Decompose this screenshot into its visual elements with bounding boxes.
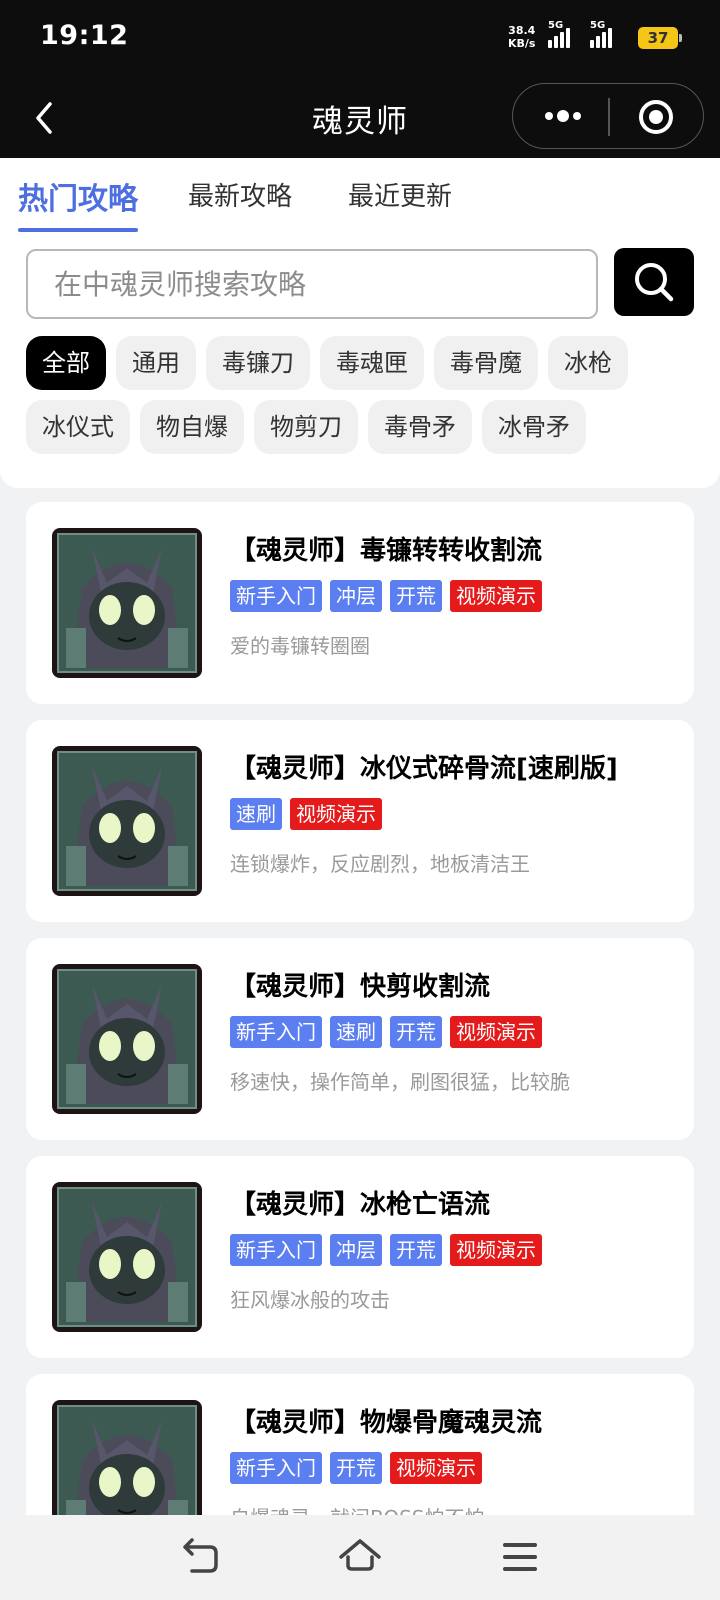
video-demo-badge: 视频演示 <box>290 798 382 830</box>
signal-icon-sim2: 5G <box>590 20 612 48</box>
menu-icon <box>503 1543 537 1571</box>
more-button[interactable] <box>541 104 585 128</box>
guide-tag: 冲层 <box>330 1234 382 1266</box>
guide-title: 【魂灵师】物爆骨魔魂灵流 <box>230 1408 543 1438</box>
nav-menu-button[interactable] <box>498 1535 542 1579</box>
video-demo-badge: 视频演示 <box>390 1452 482 1484</box>
signal-icon-sim1: 5G <box>548 20 570 48</box>
close-mini-program-button[interactable] <box>637 98 675 136</box>
filter-chip-poison-soul-box[interactable]: 毒魂匣 <box>320 336 424 390</box>
guide-thumbnail <box>52 964 202 1114</box>
network-speed: 38.4 KB/s <box>508 24 535 50</box>
nav-bar: 魂灵师 <box>0 78 720 158</box>
guide-card[interactable]: 【魂灵师】冰枪亡语流 新手入门 冲层 开荒 视频演示 狂风爆冰般的攻击 <box>26 1156 694 1358</box>
filter-row: 全部 通用 毒镰刀 毒魂匣 毒骨魔 冰枪 <box>26 336 706 390</box>
more-dots-icon <box>545 110 581 122</box>
guide-title: 【魂灵师】冰仪式碎骨流[速刷版] <box>230 754 618 784</box>
guide-tag: 新手入门 <box>230 1016 322 1048</box>
guide-title: 【魂灵师】快剪收割流 <box>230 972 491 1002</box>
guide-thumbnail <box>52 528 202 678</box>
filter-chip-poison-bone-spear[interactable]: 毒骨矛 <box>368 400 472 454</box>
video-demo-badge: 视频演示 <box>450 1016 542 1048</box>
filter-row: 冰仪式 物自爆 物剪刀 毒骨矛 冰骨矛 <box>26 400 706 454</box>
return-arrow-icon <box>183 1538 218 1573</box>
status-time: 19:12 <box>40 20 129 51</box>
mini-program-capsule <box>512 83 704 149</box>
nav-back-button[interactable] <box>178 1535 222 1579</box>
video-demo-badge: 视频演示 <box>450 1234 542 1266</box>
guide-tag: 速刷 <box>230 798 282 830</box>
search-panel: 全部 通用 毒镰刀 毒魂匣 毒骨魔 冰枪 冰仪式 物自爆 物剪刀 毒骨矛 冰骨矛 <box>0 236 720 488</box>
guide-card[interactable]: 【魂灵师】快剪收割流 新手入门 速刷 开荒 视频演示 移速快，操作简单，刷图很猛，比较脆 <box>26 938 694 1140</box>
guide-thumbnail <box>52 746 202 896</box>
search-box <box>26 249 598 319</box>
tab-bar: 热门攻略 最新攻略 最近更新 <box>0 158 720 236</box>
guide-tag: 开荒 <box>330 1452 382 1484</box>
guide-title: 【魂灵师】毒镰转转收割流 <box>230 536 543 566</box>
guide-tags: 速刷 视频演示 <box>230 798 382 830</box>
system-nav-bar <box>0 1515 720 1600</box>
filter-chip-physical-explosion[interactable]: 物自爆 <box>140 400 244 454</box>
search-input[interactable] <box>28 251 596 317</box>
battery-icon: 37 <box>638 27 682 49</box>
filter-chip-ice-bone-spear[interactable]: 冰骨矛 <box>482 400 586 454</box>
nav-home-button[interactable] <box>338 1535 382 1579</box>
search-icon <box>635 263 674 302</box>
network-speed-value: 38.4 <box>508 24 536 37</box>
guide-tag: 新手入门 <box>230 1234 322 1266</box>
filter-chip-general[interactable]: 通用 <box>116 336 196 390</box>
network-speed-unit: KB/s <box>508 37 536 50</box>
guide-card[interactable]: 【魂灵师】毒镰转转收割流 新手入门 冲层 开荒 视频演示爱的毒镰转圈圈 <box>26 502 694 704</box>
tab-recent-updates[interactable]: 最近更新 <box>348 176 452 213</box>
guide-tag: 开荒 <box>390 580 442 612</box>
filter-chip-poison-scythe[interactable]: 毒镰刀 <box>206 336 310 390</box>
target-circle-icon <box>639 100 673 134</box>
status-bar: 19:12 38.4 KB/s 5G 5G 37 <box>0 0 720 78</box>
guide-tag: 新手入门 <box>230 1452 322 1484</box>
guide-title: 【魂灵师】冰枪亡语流 <box>230 1190 491 1220</box>
guide-tag: 开荒 <box>390 1234 442 1266</box>
guide-description: 连锁爆炸，反应剧烈，地板清洁王 <box>230 852 530 876</box>
home-icon <box>339 1539 381 1571</box>
tab-hot-guides[interactable]: 热门攻略 <box>18 174 138 232</box>
guide-tag: 开荒 <box>390 1016 442 1048</box>
guide-description: 狂风爆冰般的攻击 <box>230 1288 390 1312</box>
filter-chip-poison-bone-demon[interactable]: 毒骨魔 <box>434 336 538 390</box>
guide-tags: 新手入门 冲层 开荒 视频演示 <box>230 580 542 612</box>
video-demo-badge: 视频演示 <box>450 580 542 612</box>
guide-thumbnail <box>52 1182 202 1332</box>
guide-tag: 冲层 <box>330 580 382 612</box>
filter-chip-ice-ritual[interactable]: 冰仪式 <box>26 400 130 454</box>
guide-tags: 新手入门 冲层 开荒 视频演示 <box>230 1234 542 1266</box>
filter-chip-ice-spear[interactable]: 冰枪 <box>548 336 628 390</box>
filter-chip-physical-scissors[interactable]: 物剪刀 <box>254 400 358 454</box>
guide-description: 爱的毒镰转圈圈 <box>230 634 370 658</box>
filter-chip-all[interactable]: 全部 <box>26 336 106 390</box>
guide-description: 移速快，操作简单，刷图很猛，比较脆 <box>230 1070 570 1094</box>
guide-tags: 新手入门 速刷 开荒 视频演示 <box>230 1016 542 1048</box>
search-button[interactable] <box>614 248 694 316</box>
guide-card[interactable]: 【魂灵师】冰仪式碎骨流[速刷版] 速刷 视频演示连锁爆炸，反应剧烈，地板清洁王 <box>26 720 694 922</box>
guide-tag: 速刷 <box>330 1016 382 1048</box>
filter-chips: 全部 通用 毒镰刀 毒魂匣 毒骨魔 冰枪 冰仪式 物自爆 物剪刀 毒骨矛 冰骨矛 <box>26 336 706 464</box>
guide-tag: 新手入门 <box>230 580 322 612</box>
guide-tags: 新手入门 开荒 视频演示 <box>230 1452 482 1484</box>
capsule-divider <box>608 98 610 136</box>
tab-new-guides[interactable]: 最新攻略 <box>188 176 292 213</box>
